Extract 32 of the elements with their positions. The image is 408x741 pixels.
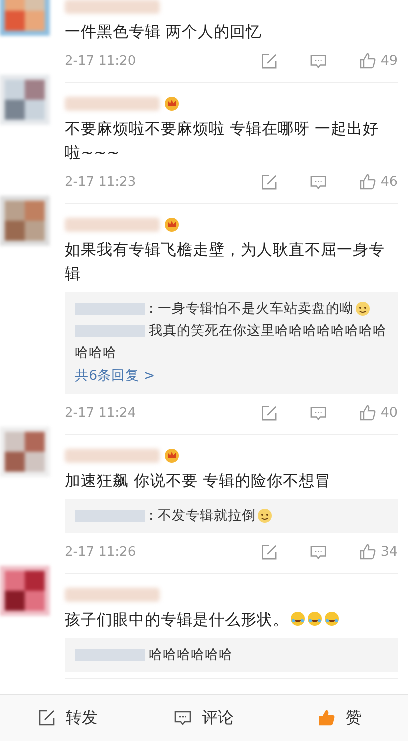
share-icon[interactable]: [260, 174, 278, 190]
comment-time: 2-17 11:24: [65, 406, 136, 420]
repost-button[interactable]: 转发: [0, 695, 136, 741]
thumbs-up-icon: [358, 52, 377, 70]
comment-time: 2-17 11:20: [65, 54, 136, 68]
like-button[interactable]: 49: [358, 52, 398, 70]
comment-icon[interactable]: [310, 544, 327, 560]
share-icon[interactable]: [260, 52, 278, 70]
comment-time: 2-17 11:23: [65, 174, 136, 190]
thumbs-up-icon: [318, 709, 336, 727]
comment-icon[interactable]: [310, 404, 327, 422]
like-button[interactable]: 赞: [272, 695, 408, 741]
thumbs-up-icon: [358, 543, 377, 561]
comment-icon[interactable]: [310, 174, 327, 190]
comment-icon: [174, 709, 192, 727]
thumbs-up-icon: [358, 173, 377, 191]
like-button[interactable]: 40: [358, 404, 398, 422]
share-icon: [38, 709, 56, 727]
share-icon[interactable]: [260, 544, 278, 560]
like-button[interactable]: 46: [358, 173, 398, 191]
comment-text: 加速狂飙 你说不要 专辑的险你不想冒: [65, 472, 331, 490]
comment-text: 如果我有专辑飞檐走壁，为人耿直不屈一身专辑: [65, 241, 385, 283]
thumbs-up-icon: [358, 404, 377, 422]
comment-text: 孩子们眼中的专辑是什么形状。: [65, 611, 289, 629]
comment-button[interactable]: 评论: [136, 695, 272, 741]
comment-icon[interactable]: [310, 52, 327, 70]
share-icon[interactable]: [260, 404, 278, 422]
like-button[interactable]: 34: [358, 543, 398, 561]
comment-text: 一件黑色专辑 两个人的回忆: [65, 23, 262, 41]
comment-time: 2-17 11:26: [65, 544, 136, 560]
more-replies-link[interactable]: 共6条回复 >: [75, 364, 156, 388]
comment-text: 不要麻烦啦不要麻烦啦 专辑在哪呀 一起出好啦~~~: [65, 120, 379, 162]
